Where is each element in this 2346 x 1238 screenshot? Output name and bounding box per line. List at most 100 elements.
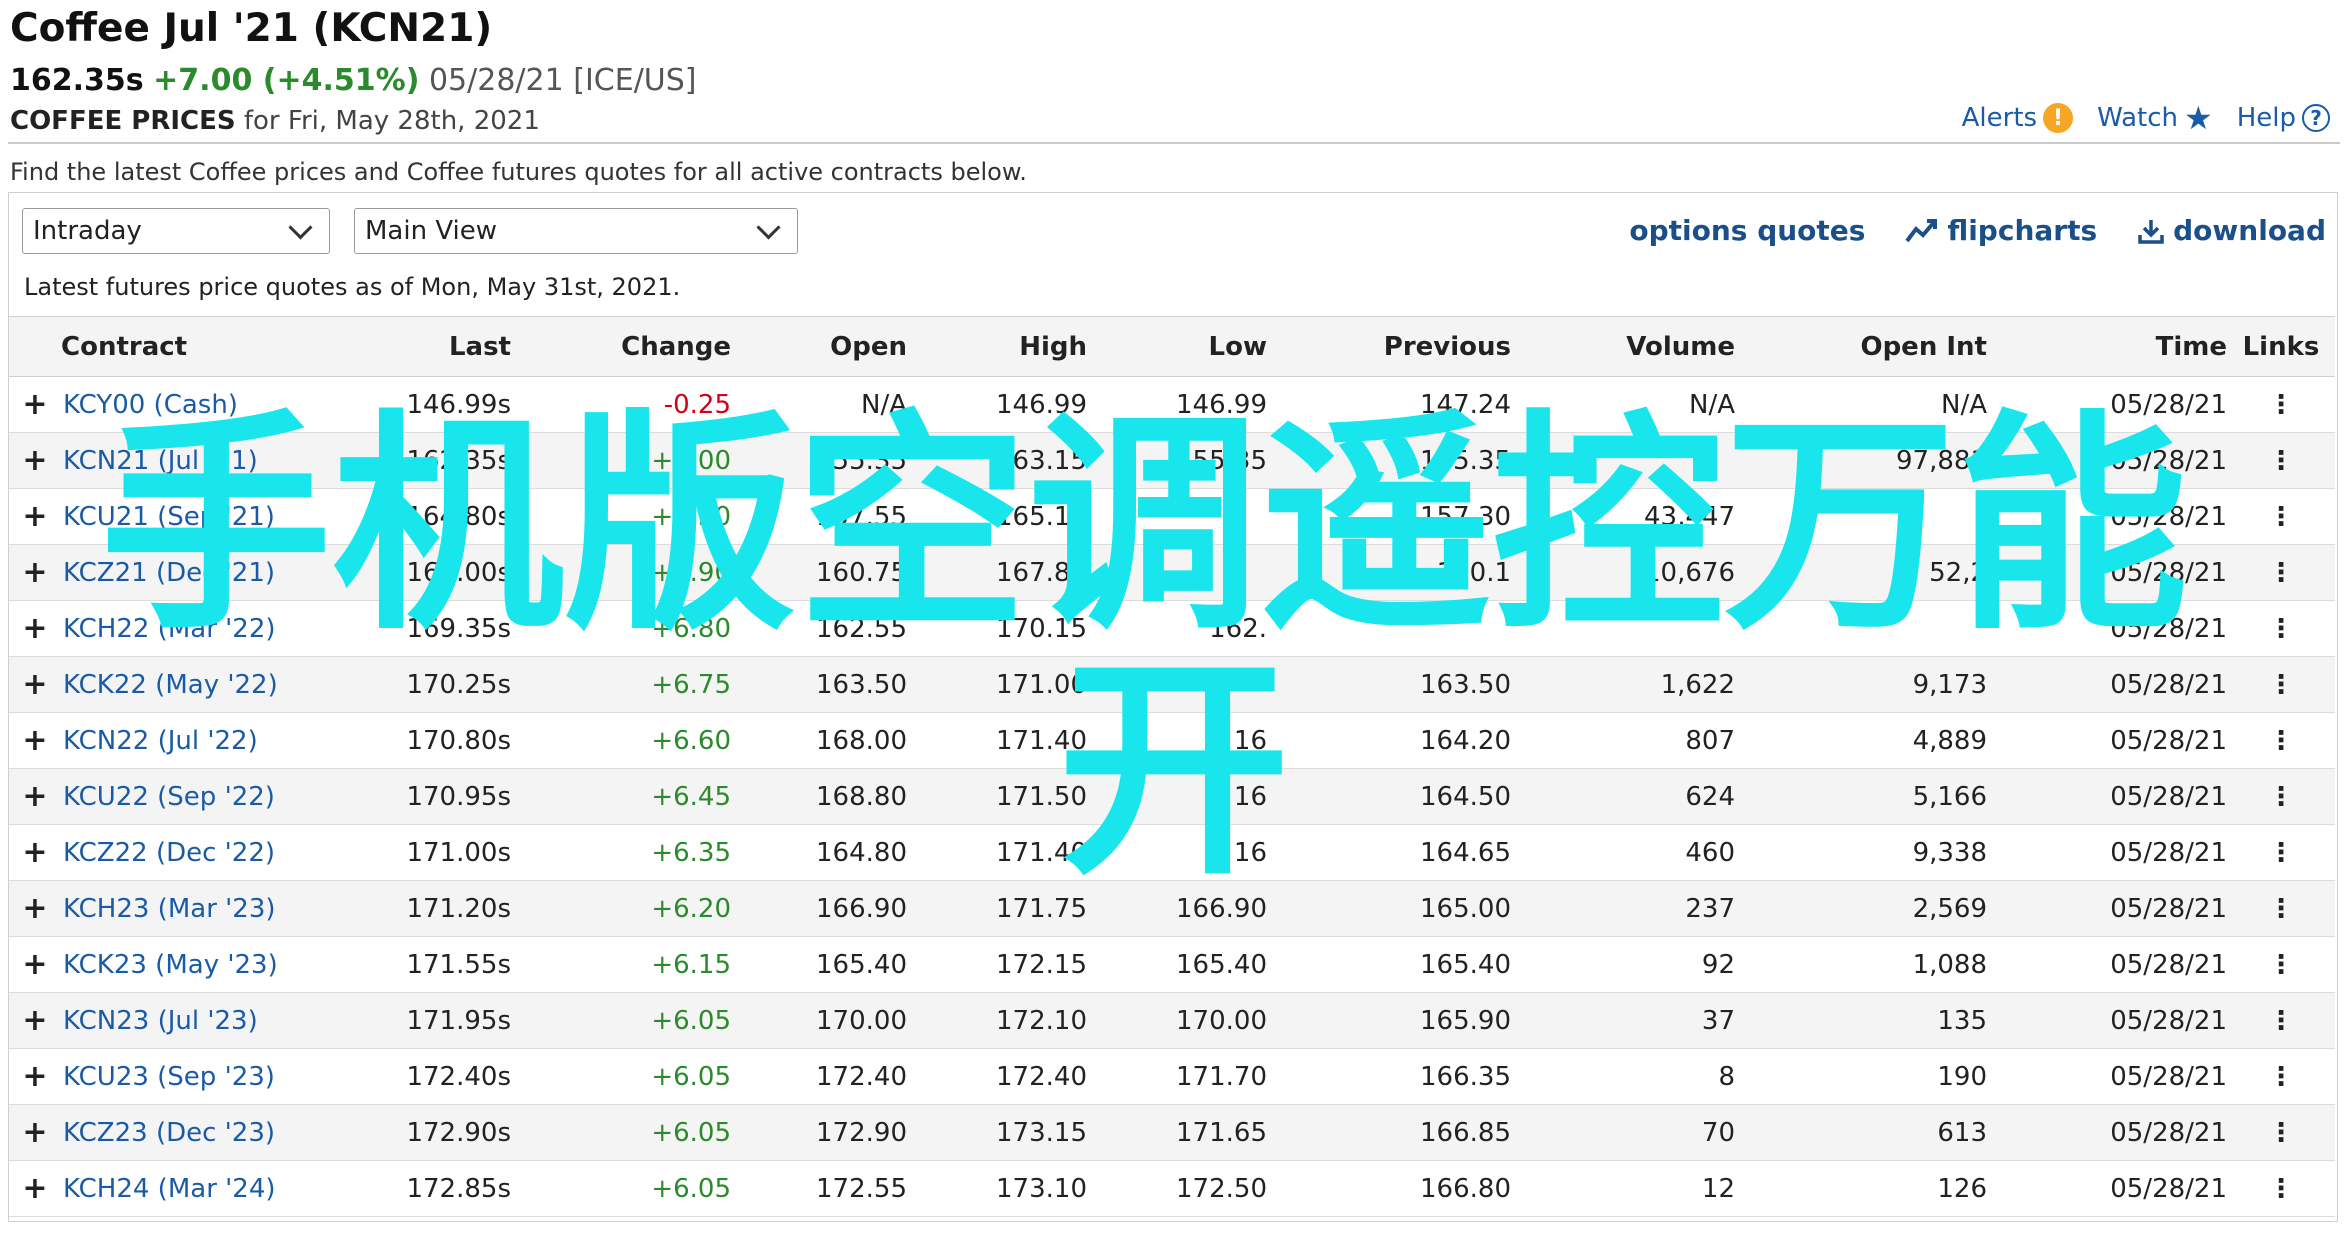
view-select[interactable]: Main View xyxy=(354,208,798,254)
more-options-icon[interactable]: ⋮ xyxy=(2227,825,2335,881)
more-options-icon[interactable]: ⋮ xyxy=(2227,433,2335,489)
expand-plus-icon[interactable]: + xyxy=(9,825,61,881)
options-quotes-link[interactable]: options quotes xyxy=(1629,214,1865,247)
expand-plus-icon[interactable]: + xyxy=(9,433,61,489)
col-open[interactable]: Open xyxy=(731,317,907,377)
expand-plus-icon[interactable]: + xyxy=(9,769,61,825)
expand-plus-icon[interactable]: + xyxy=(9,993,61,1049)
more-options-icon[interactable]: ⋮ xyxy=(2227,713,2335,769)
period-select[interactable]: Intraday xyxy=(22,208,330,254)
cell-low: 170.00 xyxy=(1176,1005,1267,1036)
contract-link[interactable]: KCZ23 (Dec '23) xyxy=(61,1105,311,1161)
col-low[interactable]: Low xyxy=(1087,317,1267,377)
contract-link[interactable]: KCU23 (Sep '23) xyxy=(61,1049,311,1105)
col-contract[interactable]: Contract xyxy=(61,317,311,377)
cell-volume: 237 xyxy=(1685,893,1735,924)
expand-plus-icon[interactable]: + xyxy=(9,881,61,937)
cell-low: 171.70 xyxy=(1176,1061,1267,1092)
cell-low: 165.40 xyxy=(1176,949,1267,980)
col-open-int[interactable]: Open Int xyxy=(1735,317,1987,377)
watermark-text-2: 开 xyxy=(1058,636,1291,906)
contract-link[interactable]: KCN23 (Jul '23) xyxy=(61,993,311,1049)
expand-plus-icon[interactable]: + xyxy=(9,545,61,601)
more-options-icon[interactable]: ⋮ xyxy=(2227,881,2335,937)
cell-previous: 166.35 xyxy=(1420,1061,1511,1092)
period-select-value: Intraday xyxy=(33,216,142,246)
more-options-icon[interactable]: ⋮ xyxy=(2227,1105,2335,1161)
contract-link[interactable]: KCH24 (Mar '24) xyxy=(61,1161,311,1217)
contract-link[interactable]: KCZ22 (Dec '22) xyxy=(61,825,311,881)
flipcharts-link[interactable]: flipcharts xyxy=(1905,214,2097,247)
cell-open: 170.00 xyxy=(816,1005,907,1036)
as-of-note: Latest futures price quotes as of Mon, M… xyxy=(24,273,681,301)
cell-change: +6.35 xyxy=(651,837,731,868)
download-label: download xyxy=(2173,214,2326,247)
alerts-link[interactable]: Alerts ! xyxy=(1962,103,2074,133)
cell-previous: 163.50 xyxy=(1420,669,1511,700)
expand-plus-icon[interactable]: + xyxy=(9,377,61,433)
more-options-icon[interactable]: ⋮ xyxy=(2227,601,2335,657)
last-price: 162.35s xyxy=(10,63,144,98)
cell-change: +6.75 xyxy=(651,669,731,700)
contract-link[interactable]: KCU22 (Sep '22) xyxy=(61,769,311,825)
cell-open-int: 135 xyxy=(1937,1005,1987,1036)
quote-date-exchange: 05/28/21 [ICE/US] xyxy=(428,63,697,98)
contract-link[interactable]: KCH23 (Mar '23) xyxy=(61,881,311,937)
expand-plus-icon[interactable]: + xyxy=(9,489,61,545)
more-options-icon[interactable]: ⋮ xyxy=(2227,377,2335,433)
quote-line: 162.35s +7.00 (+4.51%) 05/28/21 [ICE/US] xyxy=(10,63,697,99)
cell-open-int: 613 xyxy=(1937,1117,1987,1148)
more-options-icon[interactable]: ⋮ xyxy=(2227,1161,2335,1217)
col-previous[interactable]: Previous xyxy=(1267,317,1511,377)
col-change[interactable]: Change xyxy=(511,317,731,377)
cell-open: 168.00 xyxy=(816,725,907,756)
expand-plus-icon[interactable]: + xyxy=(9,713,61,769)
cell-change: +6.45 xyxy=(651,781,731,812)
watermark-text: 手机版空调遥控万能 xyxy=(100,391,2189,661)
more-options-icon[interactable]: ⋮ xyxy=(2227,937,2335,993)
cell-previous: 165.90 xyxy=(1420,1005,1511,1036)
contract-link[interactable]: KCK22 (May '22) xyxy=(61,657,311,713)
more-options-icon[interactable]: ⋮ xyxy=(2227,769,2335,825)
cell-change: +6.05 xyxy=(651,1173,731,1204)
cell-time: 05/28/21 xyxy=(2110,949,2227,980)
quote-page: Coffee Jul '21 (KCN21) 162.35s +7.00 (+4… xyxy=(0,0,2346,1238)
more-options-icon[interactable]: ⋮ xyxy=(2227,545,2335,601)
help-link[interactable]: Help ? xyxy=(2237,103,2330,133)
expand-plus-icon[interactable]: + xyxy=(9,657,61,713)
table-header-row: Contract Last Change Open High Low Previ… xyxy=(9,316,2335,377)
cell-low: 171.65 xyxy=(1176,1117,1267,1148)
watch-link[interactable]: Watch ★ xyxy=(2097,102,2213,134)
more-options-icon[interactable]: ⋮ xyxy=(2227,657,2335,713)
expand-plus-icon[interactable]: + xyxy=(9,1105,61,1161)
table-row: + KCU23 (Sep '23) 172.40s +6.05 172.40 172.40… xyxy=(9,1049,2335,1105)
page-title: Coffee Jul '21 (KCN21) xyxy=(10,6,493,51)
cell-open-int: 9,173 xyxy=(1912,669,1987,700)
col-volume[interactable]: Volume xyxy=(1511,317,1735,377)
expand-plus-icon[interactable]: + xyxy=(9,1049,61,1105)
more-options-icon[interactable]: ⋮ xyxy=(2227,489,2335,545)
cell-time: 05/28/21 xyxy=(2110,837,2227,868)
expand-plus-icon[interactable]: + xyxy=(9,601,61,657)
cell-time: 05/28/21 xyxy=(2110,893,2227,924)
expand-plus-icon[interactable]: + xyxy=(9,1161,61,1217)
more-options-icon[interactable]: ⋮ xyxy=(2227,1049,2335,1105)
download-link[interactable]: download xyxy=(2137,214,2326,247)
col-last[interactable]: Last xyxy=(311,317,511,377)
contract-link[interactable]: KCN22 (Jul '22) xyxy=(61,713,311,769)
more-options-icon[interactable]: ⋮ xyxy=(2227,993,2335,1049)
help-label: Help xyxy=(2236,103,2296,133)
cell-volume: 92 xyxy=(1701,949,1735,980)
table-row: + KCK23 (May '23) 171.55s +6.15 165.40 172.15… xyxy=(9,937,2335,993)
cell-volume: 1,622 xyxy=(1660,669,1735,700)
expand-plus-icon[interactable]: + xyxy=(9,937,61,993)
cell-open-int: 126 xyxy=(1937,1173,1987,1204)
contract-link[interactable]: KCK23 (May '23) xyxy=(61,937,311,993)
cell-previous: 164.50 xyxy=(1420,781,1511,812)
table-row: + KCZ23 (Dec '23) 172.90s +6.05 172.90 173.15… xyxy=(9,1104,2335,1161)
cell-time: 05/28/21 xyxy=(2110,1117,2227,1148)
cell-previous: 164.65 xyxy=(1420,837,1511,868)
cell-open: 165.40 xyxy=(816,949,907,980)
col-time[interactable]: Time xyxy=(1987,317,2227,377)
col-high[interactable]: High xyxy=(907,317,1087,377)
